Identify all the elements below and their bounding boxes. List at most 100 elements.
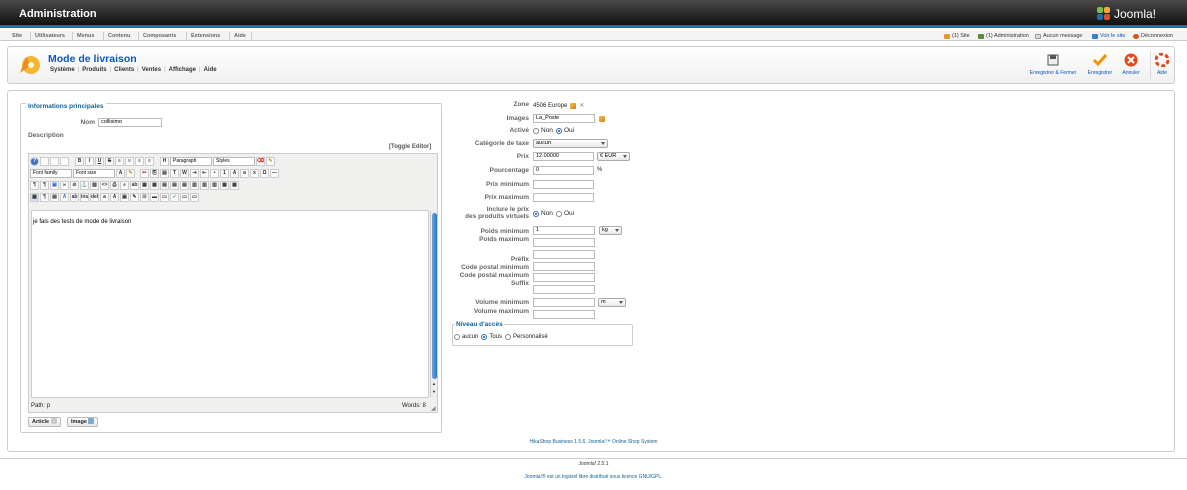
nonbreaking-icon[interactable]: ▬: [150, 193, 159, 202]
percent-input[interactable]: 0: [533, 166, 594, 175]
hr-icon[interactable]: —: [270, 169, 279, 178]
split-cells-icon[interactable]: ▦: [220, 181, 229, 190]
editor-content-area[interactable]: je fais des tests de mode de livraison: [31, 210, 429, 398]
font-size-down-icon[interactable]: a: [240, 169, 249, 178]
strikethrough-icon[interactable]: S: [105, 157, 114, 166]
currency-select[interactable]: € EUR: [597, 152, 630, 161]
paste-word-icon[interactable]: W: [180, 169, 189, 178]
special-char-icon[interactable]: Ω: [260, 169, 269, 178]
print-icon[interactable]: ⎙: [110, 181, 119, 190]
volume-min-input[interactable]: [533, 298, 595, 307]
unlink-icon[interactable]: ⊘: [70, 181, 79, 190]
highlight-icon[interactable]: ✎: [126, 169, 135, 178]
price-input[interactable]: 12.00000: [533, 152, 594, 161]
delete-row-icon[interactable]: ▤: [180, 181, 189, 190]
active-no-radio[interactable]: [533, 127, 539, 134]
ins-icon[interactable]: ins: [80, 193, 89, 202]
toggle-editor-link[interactable]: [Toggle Editor]: [389, 144, 431, 150]
bold-icon[interactable]: B: [75, 157, 84, 166]
scroll-down-icon[interactable]: ▼: [432, 389, 436, 394]
bullet-list-icon[interactable]: •: [210, 169, 219, 178]
menu-users[interactable]: Utilisateurs: [35, 33, 65, 39]
cancel-button[interactable]: Annuler: [1120, 53, 1142, 76]
access-custom-radio[interactable]: [505, 334, 512, 340]
zip-min-input[interactable]: [533, 273, 595, 282]
status-site[interactable]: (1) Site: [944, 33, 970, 39]
license-footer[interactable]: Joomla!® est un logiciel libre distribué…: [0, 474, 1187, 480]
copy-icon[interactable]: ⎘: [150, 169, 159, 178]
absolute-icon[interactable]: ⊡: [140, 193, 149, 202]
volume-unit-select[interactable]: m: [598, 298, 626, 307]
subnav-display[interactable]: Affichage: [169, 67, 196, 73]
images-input[interactable]: La_Poste: [533, 114, 595, 123]
menu-menus[interactable]: Menus: [77, 33, 94, 39]
ltr-icon[interactable]: ¶: [30, 181, 39, 190]
visual-aid-icon[interactable]: ▦: [30, 193, 39, 202]
cleanup-icon[interactable]: ✎: [266, 157, 275, 166]
clear-format-icon[interactable]: ⌫: [256, 157, 265, 166]
subnav-customers[interactable]: Clients: [114, 67, 134, 73]
subnav-sales[interactable]: Ventes: [142, 67, 161, 73]
link-icon[interactable]: ∞: [60, 181, 69, 190]
anchor-icon[interactable]: ⚓: [80, 181, 89, 190]
subscript-icon[interactable]: x: [250, 169, 259, 178]
paste-icon[interactable]: ▤: [160, 169, 169, 178]
attribs-icon[interactable]: a: [100, 193, 109, 202]
price-min-input[interactable]: [533, 180, 594, 189]
editor-help-icon[interactable]: ?: [30, 157, 39, 166]
pagebreak-icon[interactable]: ▭: [160, 193, 169, 202]
logout-link[interactable]: Déconnexion: [1133, 33, 1173, 39]
outdent-icon[interactable]: ⇤: [200, 169, 209, 178]
view-site-link[interactable]: Voir le site: [1092, 33, 1125, 39]
status-messages[interactable]: Aucun message: [1035, 33, 1082, 39]
align-center-icon[interactable]: ≡: [125, 157, 134, 166]
tax-select[interactable]: aucun: [533, 139, 608, 148]
italic-icon[interactable]: I: [85, 157, 94, 166]
weight-unit-select[interactable]: kg: [599, 226, 622, 235]
scroll-up-icon[interactable]: ▲: [432, 381, 436, 386]
hikashop-footer[interactable]: HikaShop Business 1.5.6, Joomla!™ Online…: [0, 439, 1187, 445]
search-icon[interactable]: ⌕: [120, 181, 129, 190]
status-admin[interactable]: (1) Administration: [978, 33, 1029, 39]
format-select[interactable]: Paragraph: [170, 157, 212, 166]
table-icon[interactable]: ▦: [150, 181, 159, 190]
editor-scrollbar[interactable]: ▲ ▼: [430, 211, 437, 397]
number-list-icon[interactable]: 1: [220, 169, 229, 178]
del-icon[interactable]: del: [90, 193, 99, 202]
new-document-icon[interactable]: [40, 157, 49, 166]
font-family-select[interactable]: Font family: [30, 169, 72, 178]
virtual-yes-radio[interactable]: [555, 210, 562, 217]
replace-icon[interactable]: ab: [130, 181, 139, 190]
subnav-system[interactable]: Système: [50, 67, 75, 73]
layer-icon[interactable]: ▣: [120, 193, 129, 202]
align-justify-icon[interactable]: ≡: [145, 157, 154, 166]
edit-image-icon[interactable]: [599, 116, 605, 122]
delete-col-icon[interactable]: ▥: [210, 181, 219, 190]
rtl-icon[interactable]: ¶: [40, 181, 49, 190]
access-all-radio[interactable]: [481, 334, 488, 340]
prefix-top-input[interactable]: [533, 250, 595, 259]
row-before-icon[interactable]: ▤: [160, 181, 169, 190]
delete-zone-icon[interactable]: ✕: [579, 102, 584, 109]
indent-icon[interactable]: ⇥: [190, 169, 199, 178]
font-size-up-icon[interactable]: A: [230, 169, 239, 178]
preview-icon[interactable]: ▭: [190, 193, 199, 202]
subnav-help[interactable]: Aide: [204, 67, 217, 73]
heading-icon[interactable]: H: [160, 157, 169, 166]
zip-max-input[interactable]: [533, 285, 595, 294]
menu-extensions[interactable]: Extensions: [191, 33, 220, 39]
cite-icon[interactable]: A: [110, 193, 119, 202]
menu-help[interactable]: Aide: [234, 33, 246, 39]
undo-icon[interactable]: [50, 157, 59, 166]
name-input[interactable]: collisimo: [98, 118, 162, 127]
save-close-button[interactable]: Enregistrer & Fermer: [1026, 53, 1080, 76]
insert-date-icon[interactable]: ▦: [140, 181, 149, 190]
col-after-icon[interactable]: ▥: [200, 181, 209, 190]
article-button[interactable]: Article: [28, 417, 61, 427]
access-none-radio[interactable]: [454, 334, 460, 340]
resize-handle-icon[interactable]: ◢: [431, 405, 436, 412]
fullscreen-icon[interactable]: ▣: [50, 181, 59, 190]
align-right-icon[interactable]: ≡: [135, 157, 144, 166]
prefix-input[interactable]: [533, 262, 595, 271]
scrollbar-thumb[interactable]: [432, 213, 437, 379]
